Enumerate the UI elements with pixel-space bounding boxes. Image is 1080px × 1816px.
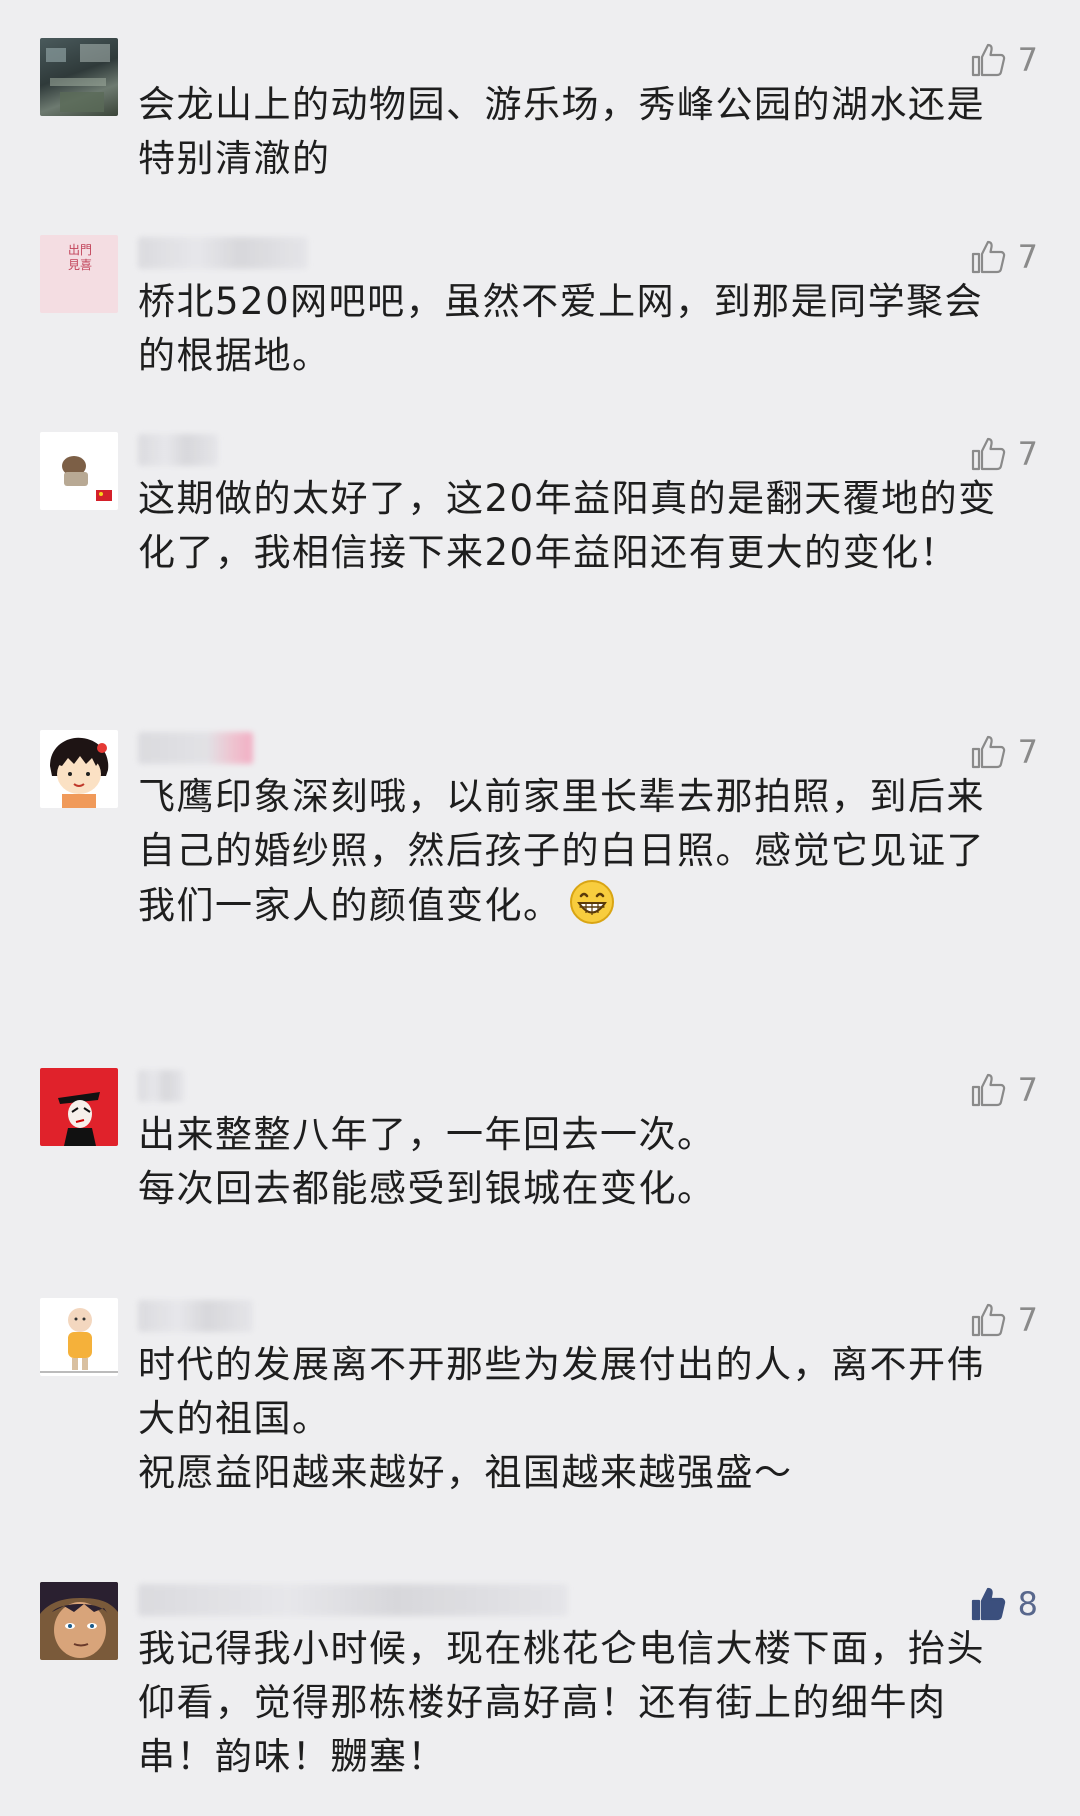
like-button[interactable]: 7 — [970, 38, 1038, 82]
avatar-seal-text: 出門 見喜 — [67, 243, 92, 272]
comment-text: 会龙山上的动物园、游乐场，秀峰公园的湖水还是 特别清澈的 — [138, 83, 985, 180]
avatar[interactable]: 出門 見喜 — [40, 235, 118, 313]
thumbs-up-icon — [970, 734, 1006, 770]
avatar[interactable] — [40, 1068, 118, 1146]
avatar[interactable] — [40, 432, 118, 510]
avatar[interactable] — [40, 1582, 118, 1660]
like-button[interactable]: 7 — [970, 1298, 1038, 1342]
like-button[interactable]: 7 — [970, 432, 1038, 476]
avatar[interactable] — [40, 1298, 118, 1376]
grinning-face-icon — [568, 878, 616, 941]
avatar[interactable] — [40, 38, 118, 116]
thumbs-up-icon — [970, 1302, 1006, 1338]
comment-text: 飞鹰印象深刻哦，以前家里长辈去那拍照，到后来 自己的婚纱照，然后孩子的白日照。感… — [138, 770, 1038, 941]
like-button[interactable]: 7 — [970, 1068, 1038, 1112]
thumbs-up-icon — [970, 1072, 1006, 1108]
comment-text: 桥北520网吧吧，虽然不爱上网，到那是同学聚会 的根据地。 — [138, 280, 984, 377]
nickname-blurred — [138, 434, 218, 466]
like-count: 7 — [1017, 1071, 1038, 1109]
thumbs-up-icon — [970, 239, 1006, 275]
nickname-blurred — [138, 1070, 184, 1102]
like-count: 7 — [1017, 733, 1038, 771]
avatar[interactable] — [40, 730, 118, 808]
thumbs-up-icon — [970, 42, 1006, 78]
like-button[interactable]: 8 — [970, 1582, 1038, 1626]
comment-text-body: 飞鹰印象深刻哦，以前家里长辈去那拍照，到后来 自己的婚纱照，然后孩子的白日照。感… — [138, 775, 985, 927]
like-count: 7 — [1017, 1301, 1038, 1339]
comment-text: 这期做的太好了，这20年益阳真的是翻天覆地的变 化了，我相信接下来20年益阳还有… — [138, 477, 997, 574]
like-button[interactable]: 7 — [970, 235, 1038, 279]
like-count: 7 — [1017, 435, 1038, 473]
comment-text: 我记得我小时候，现在桃花仑电信大楼下面，抬头 仰看，觉得那栋楼好高好高！还有街上… — [138, 1627, 985, 1778]
like-count: 7 — [1017, 41, 1038, 79]
nickname-blurred — [138, 1584, 568, 1616]
like-count: 7 — [1017, 238, 1038, 276]
nickname-blurred — [138, 237, 308, 269]
like-count: 8 — [1017, 1585, 1038, 1623]
thumbs-up-icon — [970, 1586, 1006, 1622]
comment-text: 出来整整八年了，一年回去一次。 每次回去都能感受到银城在变化。 — [138, 1113, 716, 1210]
comment-text: 时代的发展离不开那些为发展付出的人，离不开伟 大的祖国。 祝愿益阳越来越好，祖国… — [138, 1343, 985, 1494]
thumbs-up-icon — [970, 436, 1006, 472]
nickname-blurred — [138, 732, 253, 764]
like-button[interactable]: 7 — [970, 730, 1038, 774]
nickname-blurred — [138, 1300, 253, 1332]
